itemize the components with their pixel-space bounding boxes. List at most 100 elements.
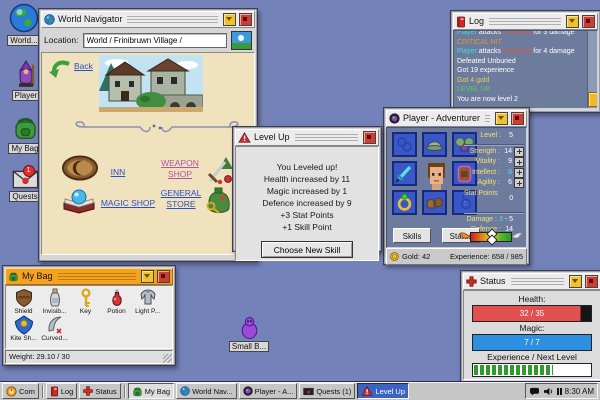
red-cross-icon (466, 276, 477, 287)
weapon-shop-link[interactable]: WEAPON (160, 159, 200, 168)
increase-vitality-button[interactable] (514, 157, 524, 168)
level-up-line: Health increased by 11 (263, 174, 351, 184)
warning-triangle-icon (361, 386, 373, 396)
player-window: Player - Adventurer Level: 5 Strength:… (383, 107, 530, 265)
player-titlebar[interactable]: Player - Adventurer (386, 110, 527, 127)
kite-shield-icon (14, 315, 33, 335)
inn-sign-icon[interactable] (61, 155, 99, 182)
vitality-value: 9 (508, 158, 512, 165)
log-scrollbar[interactable] (587, 31, 597, 108)
gold-amount: Gold: 42 (402, 252, 431, 261)
world-navigator-titlebar[interactable]: World Navigator (41, 11, 255, 28)
close-button[interactable] (157, 270, 170, 283)
status-titlebar[interactable]: Status (463, 273, 600, 290)
choose-new-skill-button[interactable]: Choose New Skill (261, 241, 353, 258)
equip-slot-rings[interactable] (392, 132, 417, 157)
magic-shop-link[interactable]: MAGIC SHOP (98, 199, 158, 208)
taskbar-button-player[interactable]: Player - A... (238, 383, 298, 399)
bag-item-key[interactable]: Key (70, 288, 101, 315)
player-stats: Level : 5 Strength : 14 Vitality : 9 Intell… (464, 131, 524, 236)
level-label: Level : (480, 132, 501, 139)
bag-item-curved[interactable]: Curved... (39, 315, 70, 342)
magic-bar: 7 / 7 (472, 334, 592, 351)
stat-points-value: 0 (509, 194, 514, 202)
general-store-icon[interactable] (204, 186, 232, 216)
pause-icon[interactable] (556, 387, 562, 395)
level-up-titlebar[interactable]: Level Up (235, 129, 379, 146)
strength-label: Strength : (469, 147, 500, 155)
minimize-button[interactable] (141, 270, 154, 283)
skills-button[interactable]: Skills (393, 228, 431, 243)
general-store-link[interactable]: GENERAL (160, 189, 202, 198)
equip-slot-gloves[interactable] (422, 190, 447, 215)
log-line: Player attacks Unburied for 3 damage (457, 30, 575, 36)
close-button[interactable] (511, 112, 524, 125)
weapon-shop-icon[interactable] (206, 155, 234, 185)
map-view-button[interactable] (231, 30, 252, 50)
inn-link[interactable]: INN (106, 168, 130, 177)
increase-intellect-button[interactable] (514, 167, 524, 178)
bag-item-invisibility[interactable]: Invisib... (39, 288, 70, 315)
taskbar-button-quests[interactable]: Quests (1) (299, 383, 356, 399)
back-arrow-icon[interactable] (49, 59, 71, 79)
taskbar-button-my-bag[interactable]: My Bag (127, 383, 175, 399)
minimize-button[interactable] (569, 275, 582, 288)
bag-item-potion[interactable]: Potion (101, 288, 132, 315)
speaker-icon[interactable] (543, 387, 554, 396)
player-orb-icon (243, 386, 253, 396)
taskbar-button-level-up[interactable]: Level Up (357, 383, 410, 399)
titlebar-stripes (485, 114, 490, 123)
close-button[interactable] (239, 13, 252, 26)
level-up-line: You Leveled up! (276, 162, 338, 172)
equip-slot-weapon[interactable] (392, 161, 417, 186)
close-button[interactable] (582, 15, 595, 28)
sword-icon (395, 165, 412, 183)
minimize-button[interactable] (223, 13, 236, 26)
increase-agility-button[interactable] (514, 178, 524, 189)
taskbar-separator (123, 384, 125, 398)
my-bag-titlebar[interactable]: My Bag (5, 268, 173, 285)
chat-bubble-icon[interactable] (529, 387, 540, 396)
experience-amount: Experience: 658 / 985 (450, 252, 523, 261)
right-wing-icon (512, 231, 523, 239)
taskbar-button-com[interactable]: Com (2, 383, 39, 399)
equip-slot-helmet[interactable] (422, 132, 447, 157)
magic-shop-icon[interactable] (62, 189, 96, 215)
general-store-link[interactable]: STORE (160, 200, 202, 209)
window-title: Status (480, 276, 506, 286)
log-scrollbar-thumb[interactable] (588, 92, 597, 107)
player-portrait[interactable] (422, 161, 447, 190)
minimize-button[interactable] (495, 112, 508, 125)
weapon-shop-link[interactable]: SHOP (160, 170, 200, 179)
desktop-icon-small-bag[interactable]: Small B... (226, 316, 272, 352)
back-link[interactable]: Back (74, 62, 93, 71)
window-title: My Bag (22, 271, 53, 281)
log-book-icon (50, 386, 59, 397)
location-input[interactable] (82, 32, 227, 48)
level-up-line: Magic increased by 1 (266, 186, 348, 196)
minimize-button[interactable] (566, 15, 579, 28)
divider (464, 211, 524, 213)
resize-grip[interactable] (163, 354, 172, 363)
equip-slot-ring[interactable] (392, 190, 417, 215)
increase-strength-button[interactable] (514, 146, 524, 157)
close-button[interactable] (585, 275, 598, 288)
magic-label: Magic: (519, 323, 545, 333)
taskbar-button-status[interactable]: Status (79, 383, 121, 399)
taskbar-button-log[interactable]: Log (45, 383, 78, 399)
bag-item-shield[interactable]: Shield (8, 288, 39, 315)
log-titlebar[interactable]: Log (453, 13, 598, 30)
stat-points-label: Stat Points : (464, 189, 498, 208)
level-value: 5 (509, 132, 513, 139)
helmet-icon (426, 141, 443, 151)
bag-item-light-plate[interactable]: Light P... (132, 288, 163, 315)
log-line: Got 19 experience (457, 67, 515, 74)
close-button[interactable] (363, 131, 376, 144)
world-navigator-content: Back INN WEAPON SHOP MAGIC SHOP GENERAL … (41, 52, 255, 255)
taskbar: Com Log Status My Bag World Nav... Playe… (0, 381, 600, 400)
agility-label: Agility : (477, 179, 500, 186)
taskbar-button-world-nav[interactable]: World Nav... (176, 383, 237, 399)
player-orb-icon (389, 113, 400, 124)
wizard-icon (14, 60, 38, 88)
bag-item-kite-shield[interactable]: Kite Sh... (8, 315, 39, 342)
